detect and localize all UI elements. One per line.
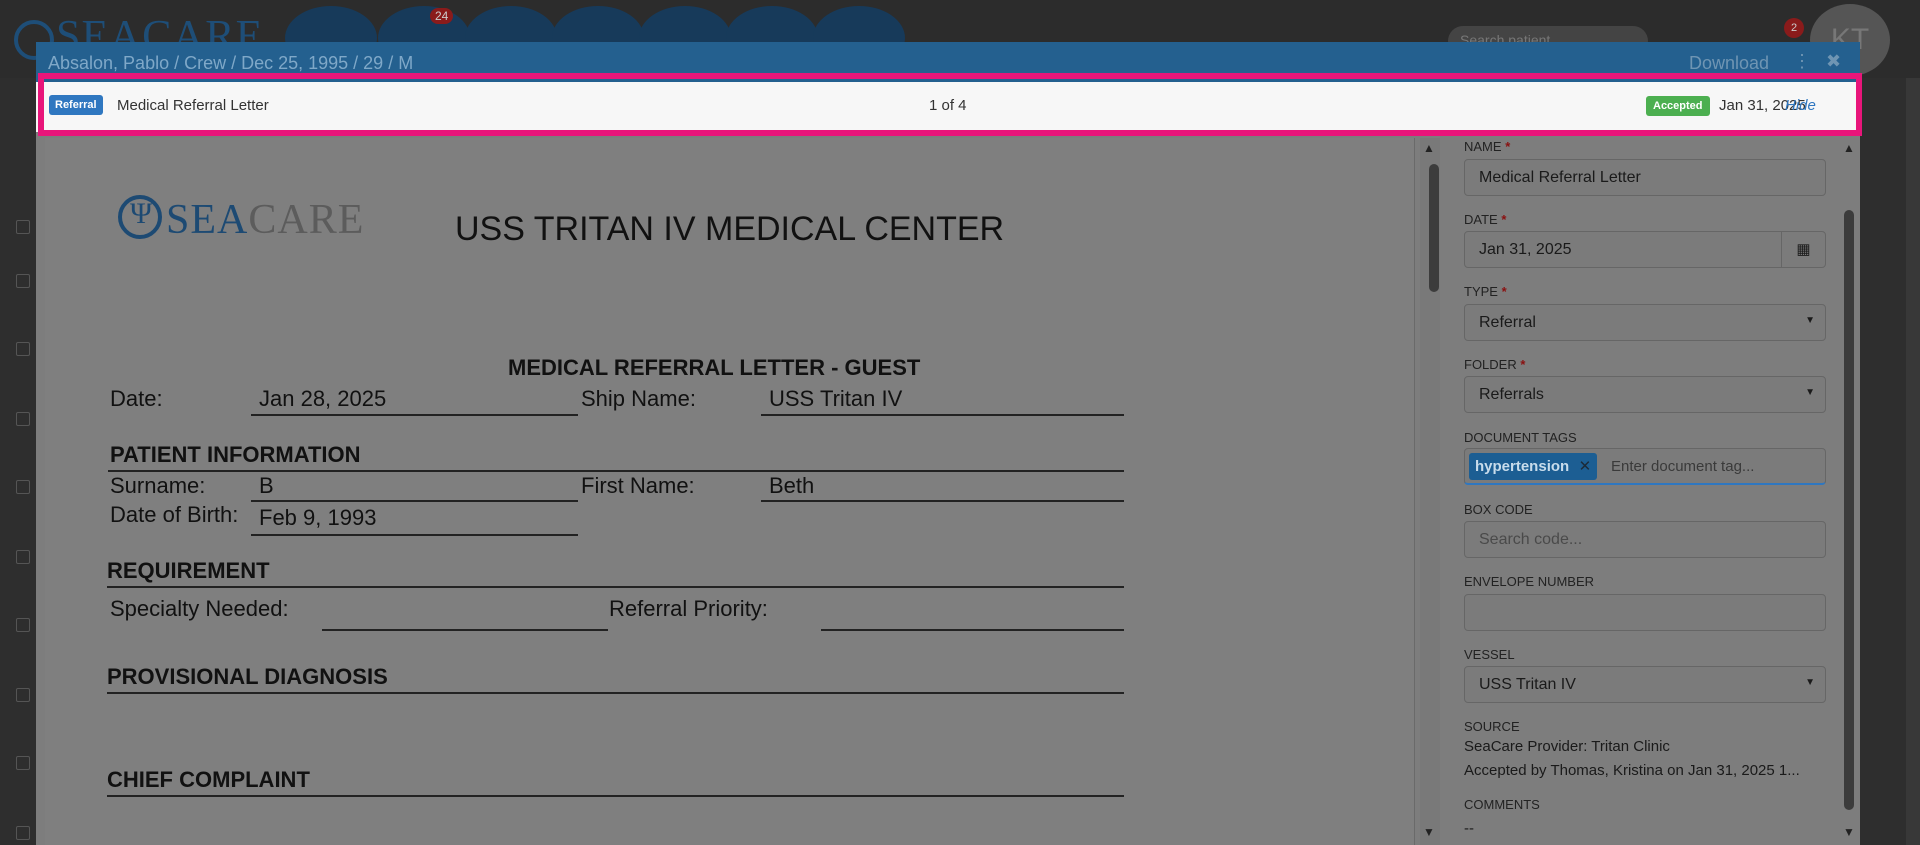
row-checkbox[interactable] bbox=[16, 274, 30, 288]
row-checkbox[interactable] bbox=[16, 412, 30, 426]
dob-label: Date of Birth: bbox=[110, 502, 239, 527]
tag-chip: hypertension ✕ bbox=[1469, 453, 1598, 480]
specialty-label: Specialty Needed: bbox=[110, 596, 289, 621]
ship-value: USS Tritan IV bbox=[769, 386, 903, 411]
download-button[interactable]: Download bbox=[1689, 53, 1769, 74]
notification-badge: 2 bbox=[1784, 18, 1804, 38]
date-label: DATE * bbox=[1464, 212, 1507, 227]
section-line bbox=[107, 795, 1124, 797]
scroll-up-icon[interactable]: ▲ bbox=[1423, 141, 1435, 155]
page-scrollbar[interactable] bbox=[1906, 78, 1920, 845]
type-select[interactable]: Referral ▼ bbox=[1464, 304, 1826, 341]
close-icon[interactable]: ✖ bbox=[1826, 51, 1841, 72]
tags-label: DOCUMENT TAGS bbox=[1464, 430, 1577, 445]
priority-label: Referral Priority: bbox=[609, 596, 768, 621]
field-line bbox=[251, 534, 578, 536]
envelope-label: ENVELOPE NUMBER bbox=[1464, 574, 1595, 589]
field-line bbox=[251, 500, 578, 502]
firstname-label: First Name: bbox=[581, 473, 695, 498]
type-label: TYPE * bbox=[1464, 284, 1507, 299]
vessel-select[interactable]: USS Tritan IV ▼ bbox=[1464, 666, 1826, 703]
row-checkbox[interactable] bbox=[16, 688, 30, 702]
date-value: Jan 28, 2025 bbox=[259, 386, 387, 411]
name-label: NAME * bbox=[1464, 139, 1511, 154]
row-checkbox[interactable] bbox=[16, 756, 30, 770]
field-line bbox=[251, 414, 578, 416]
row-checkbox[interactable] bbox=[16, 342, 30, 356]
panel-scroll-thumb[interactable] bbox=[1844, 210, 1854, 810]
row-checkbox[interactable] bbox=[16, 480, 30, 494]
document-title: USS TRITAN IV MEDICAL CENTER bbox=[455, 210, 1005, 248]
box-code-label: BOX CODE bbox=[1464, 502, 1533, 517]
patient-info-heading: PATIENT INFORMATION bbox=[110, 442, 361, 467]
row-checkbox[interactable] bbox=[16, 826, 30, 840]
firstname-value: Beth bbox=[769, 473, 815, 498]
scroll-up-icon[interactable]: ▲ bbox=[1843, 141, 1855, 155]
more-options-icon[interactable]: ⋮ bbox=[1793, 51, 1811, 72]
document-viewer-modal: Absalon, Pablo / Crew / Dec 25, 1995 / 2… bbox=[36, 42, 1860, 845]
nav-badge: 24 bbox=[430, 8, 454, 24]
field-line bbox=[322, 629, 608, 631]
name-field[interactable]: Medical Referral Letter bbox=[1464, 159, 1826, 196]
chevron-down-icon: ▼ bbox=[1805, 677, 1815, 688]
section-line bbox=[107, 692, 1124, 694]
source-label: SOURCE bbox=[1464, 719, 1520, 734]
comments-value: -- bbox=[1464, 820, 1474, 837]
field-line bbox=[821, 629, 1124, 631]
document-tags-input[interactable]: hypertension ✕ Enter document tag... bbox=[1464, 448, 1826, 485]
date-field[interactable]: Jan 31, 2025 ▦ bbox=[1464, 231, 1826, 268]
diagnosis-heading: PROVISIONAL DIAGNOSIS bbox=[107, 664, 388, 689]
source-line-1: SeaCare Provider: Tritan Clinic bbox=[1464, 738, 1670, 755]
chevron-down-icon: ▼ bbox=[1805, 387, 1815, 398]
field-line bbox=[761, 414, 1124, 416]
complaint-heading: CHIEF COMPLAINT bbox=[107, 767, 310, 792]
section-line bbox=[107, 586, 1124, 588]
remove-tag-icon[interactable]: ✕ bbox=[1579, 457, 1592, 475]
chevron-down-icon: ▼ bbox=[1805, 315, 1815, 326]
section-line bbox=[108, 470, 1124, 472]
scroll-down-icon[interactable]: ▼ bbox=[1423, 825, 1435, 839]
tag-placeholder: Enter document tag... bbox=[1611, 458, 1755, 475]
surname-label: Surname: bbox=[110, 473, 206, 498]
document-subtitle: MEDICAL REFERRAL LETTER - GUEST bbox=[508, 355, 921, 380]
requirement-heading: REQUIREMENT bbox=[107, 558, 270, 583]
highlight-box bbox=[38, 73, 1862, 136]
envelope-input[interactable] bbox=[1464, 594, 1826, 631]
dob-value: Feb 9, 1993 bbox=[259, 505, 377, 530]
row-checkbox[interactable] bbox=[16, 550, 30, 564]
scroll-down-icon[interactable]: ▼ bbox=[1843, 825, 1855, 839]
vessel-label: VESSEL bbox=[1464, 647, 1515, 662]
folder-label: FOLDER * bbox=[1464, 357, 1526, 372]
surname-value: B bbox=[259, 473, 274, 498]
field-line bbox=[761, 500, 1124, 502]
comments-label: COMMENTS bbox=[1464, 797, 1540, 812]
row-checkbox[interactable] bbox=[16, 618, 30, 632]
calendar-icon[interactable]: ▦ bbox=[1781, 232, 1825, 267]
seacare-logo: SEACARE bbox=[118, 195, 364, 244]
document-scroll-thumb[interactable] bbox=[1429, 164, 1439, 292]
folder-select[interactable]: Referrals ▼ bbox=[1464, 376, 1826, 413]
ship-label: Ship Name: bbox=[581, 386, 696, 411]
document-preview[interactable]: SEACARE USS TRITAN IV MEDICAL CENTER MED… bbox=[45, 138, 1415, 845]
modal-title: Absalon, Pablo / Crew / Dec 25, 1995 / 2… bbox=[48, 53, 414, 73]
date-label: Date: bbox=[110, 386, 163, 411]
row-checkbox[interactable] bbox=[16, 220, 30, 234]
app-left-list bbox=[0, 78, 36, 845]
box-code-input[interactable]: Search code... bbox=[1464, 521, 1826, 558]
source-line-2: Accepted by Thomas, Kristina on Jan 31, … bbox=[1464, 762, 1800, 779]
